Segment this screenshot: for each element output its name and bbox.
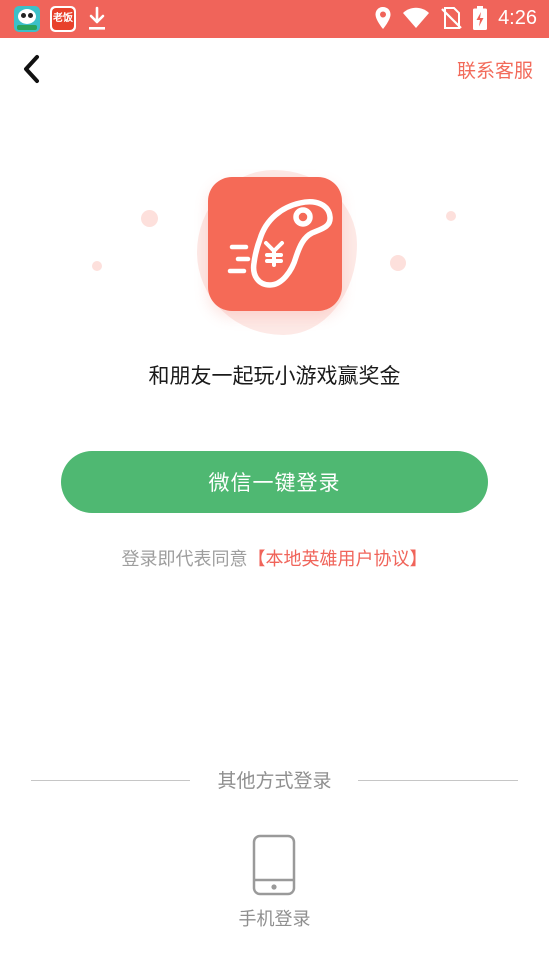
gamepad-icon — [227, 199, 333, 288]
hero-logo-area — [0, 150, 549, 340]
contact-support-link[interactable]: 联系客服 — [457, 56, 533, 83]
battery-charging-icon — [473, 6, 488, 30]
download-icon — [89, 6, 105, 30]
wechat-login-button[interactable]: 微信一键登录 — [61, 451, 488, 513]
status-bar: 老饭 4:26 — [0, 0, 549, 38]
mobile-phone-icon[interactable] — [252, 834, 296, 896]
wifi-icon — [403, 7, 430, 28]
user-agreement-link[interactable]: 【本地英雄用户协议】 — [248, 549, 428, 570]
panda-app-icon — [14, 6, 40, 32]
location-icon — [375, 7, 391, 29]
decor-dot — [141, 210, 158, 227]
laofan-app-icon-text: 老饭 — [52, 8, 74, 30]
agreement-prefix: 登录即代表同意 — [121, 549, 248, 570]
divider-line-right — [358, 780, 518, 781]
app-logo — [208, 177, 342, 311]
phone-login-label[interactable]: 手机登录 — [0, 905, 549, 931]
status-time: 4:26 — [498, 6, 537, 29]
decor-dot — [92, 261, 102, 271]
tagline: 和朋友一起玩小游戏赢奖金 — [148, 364, 401, 388]
decor-dot — [390, 255, 406, 271]
no-sim-icon — [441, 7, 462, 29]
laofan-app-icon: 老饭 — [50, 6, 76, 32]
other-login-divider: 其他方式登录 — [0, 766, 549, 796]
system-icons: 4:26 — [374, 5, 537, 31]
decor-dot — [446, 211, 456, 221]
chevron-left-icon[interactable] — [16, 52, 50, 86]
agreement-text: 登录即代表同意【本地英雄用户协议】 — [0, 545, 549, 571]
notification-icons: 老饭 — [14, 6, 108, 32]
